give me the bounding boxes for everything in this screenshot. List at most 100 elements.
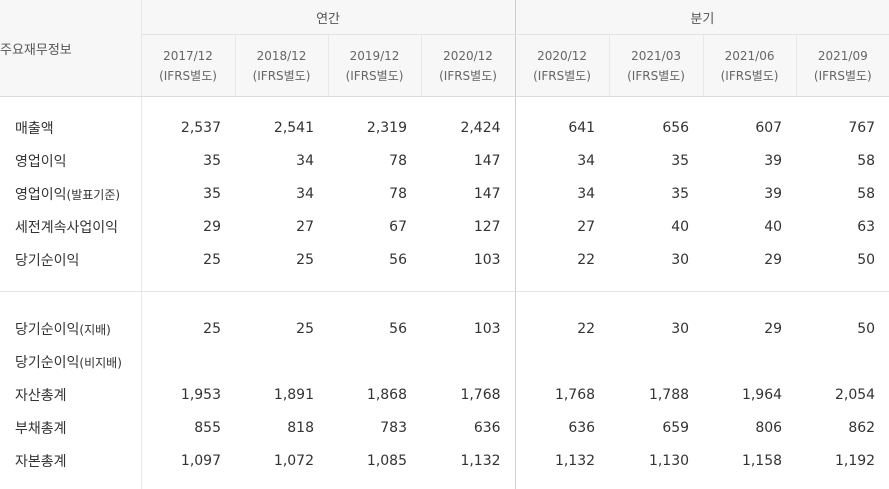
value-cell: 22 xyxy=(515,243,609,276)
value-cell: 1,132 xyxy=(421,444,515,477)
period-date: 2019/12 xyxy=(329,46,421,66)
period-header: 2020/12(IFRS별도) xyxy=(515,35,609,97)
value-cell: 39 xyxy=(703,177,796,210)
value-cell: 35 xyxy=(141,144,235,177)
row-label: 영업이익 xyxy=(0,144,141,177)
row-label: 자본총계 xyxy=(0,444,141,477)
period-header: 2019/12(IFRS별도) xyxy=(328,35,421,97)
table-row: 영업이익(발표기준)35347814734353958 xyxy=(0,177,889,210)
row-label: 영업이익(발표기준) xyxy=(0,177,141,210)
value-cell: 58 xyxy=(796,144,889,177)
value-cell: 1,768 xyxy=(515,378,609,411)
value-cell: 63 xyxy=(796,210,889,243)
value-cell: 2,541 xyxy=(235,111,328,144)
value-cell: 35 xyxy=(609,177,703,210)
value-cell: 1,130 xyxy=(609,444,703,477)
value-cell: 147 xyxy=(421,144,515,177)
row-label-qualifier: (발표기준) xyxy=(67,188,121,202)
row-label: 당기순이익 xyxy=(0,243,141,276)
value-cell: 40 xyxy=(703,210,796,243)
value-cell: 56 xyxy=(328,312,421,345)
value-cell xyxy=(703,345,796,378)
value-cell: 659 xyxy=(609,411,703,444)
value-cell: 56 xyxy=(328,243,421,276)
value-cell: 29 xyxy=(141,210,235,243)
value-cell: 818 xyxy=(235,411,328,444)
value-cell: 25 xyxy=(141,312,235,345)
row-label: 부채총계 xyxy=(0,411,141,444)
period-type: (IFRS별도) xyxy=(329,66,421,86)
period-header: 2020/12(IFRS별도) xyxy=(421,35,515,97)
period-header: 2021/06(IFRS별도) xyxy=(703,35,796,97)
table-row: 당기순이익(비지배) xyxy=(0,345,889,378)
value-cell: 22 xyxy=(515,312,609,345)
value-cell xyxy=(515,345,609,378)
row-label: 당기순이익(비지배) xyxy=(0,345,141,378)
spacer-row xyxy=(0,477,889,489)
period-date: 2017/12 xyxy=(142,46,235,66)
period-type: (IFRS별도) xyxy=(422,66,515,86)
period-header: 2021/09(IFRS별도) xyxy=(796,35,889,97)
value-cell: 1,953 xyxy=(141,378,235,411)
value-cell: 1,964 xyxy=(703,378,796,411)
financial-summary-table: 주요재무정보 연간 분기 2017/12(IFRS별도)2018/12(IFRS… xyxy=(0,0,889,489)
row-label-text: 부채총계 xyxy=(15,421,67,437)
value-cell: 1,132 xyxy=(515,444,609,477)
value-cell: 783 xyxy=(328,411,421,444)
value-cell xyxy=(421,345,515,378)
value-cell: 2,537 xyxy=(141,111,235,144)
value-cell: 30 xyxy=(609,243,703,276)
value-cell: 34 xyxy=(515,144,609,177)
row-label-qualifier: (비지배) xyxy=(79,356,121,370)
value-cell: 35 xyxy=(141,177,235,210)
row-label: 세전계속사업이익 xyxy=(0,210,141,243)
period-type: (IFRS별도) xyxy=(142,66,235,86)
row-label-text: 영업이익 xyxy=(15,187,67,203)
value-cell: 1,891 xyxy=(235,378,328,411)
value-cell: 2,319 xyxy=(328,111,421,144)
value-cell xyxy=(796,345,889,378)
value-cell: 806 xyxy=(703,411,796,444)
value-cell: 1,097 xyxy=(141,444,235,477)
value-cell: 1,788 xyxy=(609,378,703,411)
group-header-row: 주요재무정보 연간 분기 xyxy=(0,0,889,35)
row-label-text: 당기순이익 xyxy=(15,355,79,371)
value-cell: 39 xyxy=(703,144,796,177)
row-label-text: 자산총계 xyxy=(15,388,67,404)
value-cell: 50 xyxy=(796,312,889,345)
value-cell: 34 xyxy=(515,177,609,210)
row-label: 매출액 xyxy=(0,111,141,144)
period-type: (IFRS별도) xyxy=(797,66,889,86)
spacer-row xyxy=(0,276,889,292)
value-cell: 78 xyxy=(328,144,421,177)
period-header: 2017/12(IFRS별도) xyxy=(141,35,235,97)
value-cell: 35 xyxy=(609,144,703,177)
group-annual: 연간 xyxy=(141,0,515,35)
value-cell: 636 xyxy=(421,411,515,444)
value-cell: 25 xyxy=(235,243,328,276)
period-date: 2020/12 xyxy=(516,46,609,66)
value-cell: 2,054 xyxy=(796,378,889,411)
period-type: (IFRS별도) xyxy=(610,66,703,86)
value-cell: 1,085 xyxy=(328,444,421,477)
table-row: 세전계속사업이익29276712727404063 xyxy=(0,210,889,243)
value-cell: 641 xyxy=(515,111,609,144)
row-label-text: 당기순이익 xyxy=(15,322,79,338)
row-label-qualifier: (지배) xyxy=(79,323,110,337)
group-quarterly: 분기 xyxy=(515,0,889,35)
period-date: 2018/12 xyxy=(236,46,328,66)
value-cell: 2,424 xyxy=(421,111,515,144)
period-type: (IFRS별도) xyxy=(704,66,796,86)
value-cell: 78 xyxy=(328,177,421,210)
spacer-row xyxy=(0,97,889,112)
row-label-text: 당기순이익 xyxy=(15,253,79,269)
row-label-text: 매출액 xyxy=(15,121,54,137)
table-row: 당기순이익(지배)25255610322302950 xyxy=(0,312,889,345)
period-date: 2021/06 xyxy=(704,46,796,66)
value-cell: 1,868 xyxy=(328,378,421,411)
value-cell xyxy=(235,345,328,378)
table-row: 당기순이익25255610322302950 xyxy=(0,243,889,276)
table-row: 매출액2,5372,5412,3192,424641656607767 xyxy=(0,111,889,144)
table-row: 자산총계1,9531,8911,8681,7681,7681,7881,9642… xyxy=(0,378,889,411)
period-date: 2021/09 xyxy=(797,46,889,66)
